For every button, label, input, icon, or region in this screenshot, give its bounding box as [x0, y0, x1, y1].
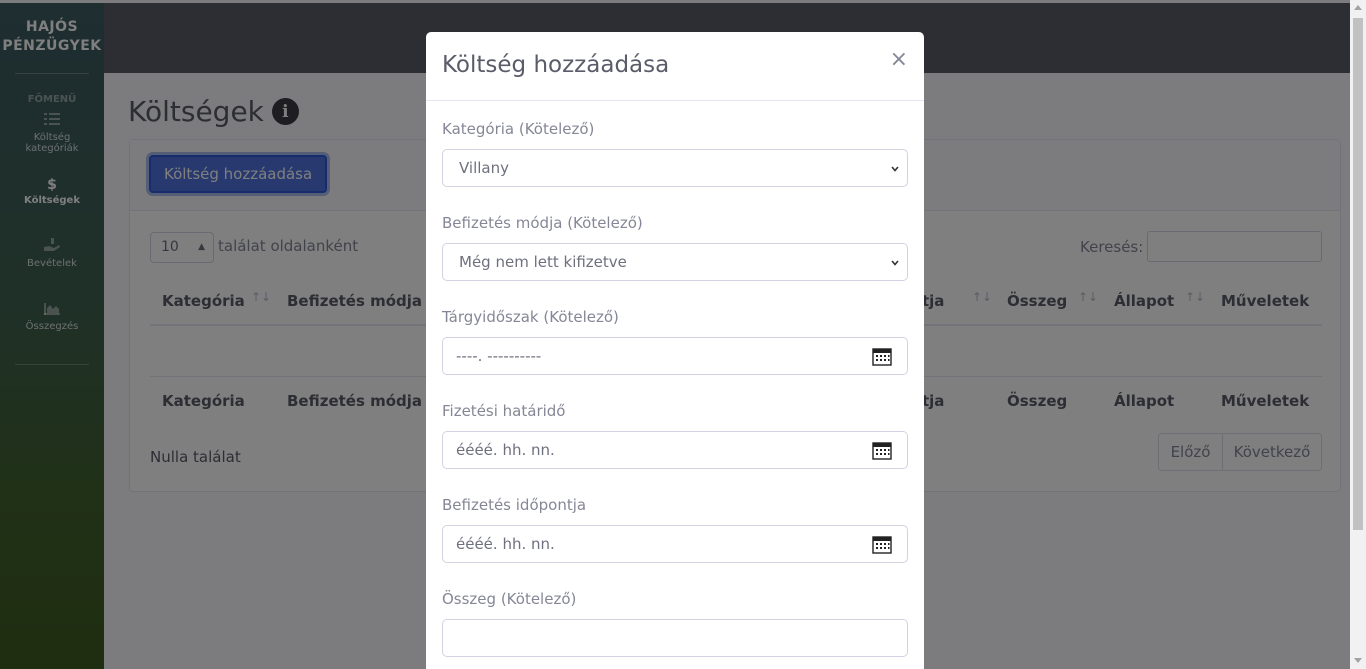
- modal-title: Költség hozzáadása: [442, 52, 670, 78]
- deadline-label: Fizetési határidő: [442, 402, 566, 420]
- page-scrollbar[interactable]: [1350, 0, 1366, 669]
- chevron-down-icon: [891, 260, 899, 266]
- calendar-icon[interactable]: [872, 347, 892, 366]
- period-label: Tárgyidőszak (Kötelező): [442, 308, 619, 326]
- category-select[interactable]: Villany: [442, 149, 908, 187]
- payment-date-placeholder: éééé. hh. nn.: [456, 535, 555, 553]
- payment-method-value: Még nem lett kifizetve: [459, 253, 627, 271]
- payment-method-label: Befizetés módja (Kötelező): [442, 214, 643, 232]
- modal-header: Költség hozzáadása ×: [426, 32, 924, 101]
- amount-label: Összeg (Kötelező): [442, 590, 577, 608]
- payment-date-label: Befizetés időpontja: [442, 496, 587, 514]
- scrollbar-thumb[interactable]: [1353, 18, 1363, 530]
- deadline-placeholder: éééé. hh. nn.: [456, 441, 555, 459]
- calendar-icon[interactable]: [872, 535, 892, 554]
- scroll-up-arrow-icon[interactable]: [1354, 5, 1362, 10]
- chevron-down-icon: [891, 166, 899, 172]
- payment-date-input[interactable]: éééé. hh. nn.: [442, 525, 908, 563]
- scroll-down-arrow-icon[interactable]: [1354, 658, 1362, 663]
- deadline-date-input[interactable]: éééé. hh. nn.: [442, 431, 908, 469]
- add-expense-modal: Költség hozzáadása × Kategória (Kötelező…: [426, 32, 924, 669]
- category-value: Villany: [459, 159, 510, 177]
- period-placeholder: ----. ----------: [456, 347, 542, 365]
- close-icon[interactable]: ×: [890, 48, 908, 72]
- payment-method-select[interactable]: Még nem lett kifizetve: [442, 243, 908, 281]
- amount-input[interactable]: [442, 619, 908, 657]
- period-month-input[interactable]: ----. ----------: [442, 337, 908, 375]
- category-label: Kategória (Kötelező): [442, 120, 595, 138]
- calendar-icon[interactable]: [872, 441, 892, 460]
